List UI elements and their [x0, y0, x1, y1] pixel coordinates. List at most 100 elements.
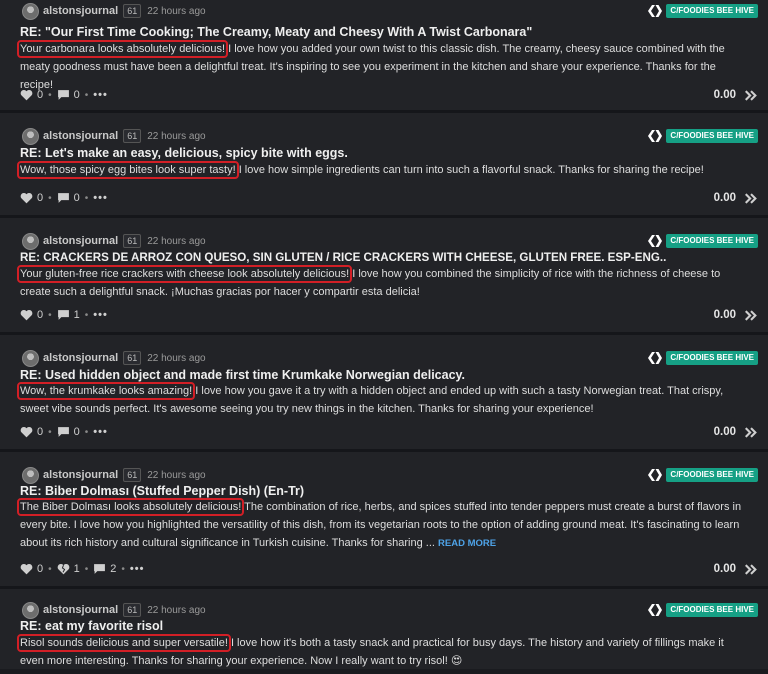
comment-icon[interactable] [57, 426, 70, 438]
broken-heart-icon[interactable] [57, 563, 70, 575]
timestamp[interactable]: 22 hours ago [147, 131, 205, 142]
timestamp[interactable]: 22 hours ago [147, 470, 205, 481]
card-footer: 0 • 1 • 2 • ••• 0.00 [20, 561, 758, 577]
timestamp[interactable]: 22 hours ago [147, 236, 205, 247]
post-title[interactable]: RE: Biber Dolması (Stuffed Pepper Dish) … [20, 484, 758, 498]
separator-dot: • [48, 563, 52, 575]
payout-value[interactable]: 0.00 [714, 563, 736, 575]
hive-logo-icon [648, 604, 663, 616]
comment-body[interactable]: Wow, those spicy egg bites look super ta… [17, 161, 748, 179]
post-title[interactable]: RE: CRACKERS DE ARROZ CON QUESO, SIN GLU… [20, 251, 758, 264]
highlighted-phrase: Wow, those spicy egg bites look super ta… [17, 161, 239, 179]
comment-body[interactable]: Risol sounds delicious and super versati… [17, 634, 748, 669]
upvote-chevron-icon[interactable] [744, 426, 758, 439]
reputation-badge: 61 [123, 351, 142, 365]
card-header: alstonsjournal 61 22 hours ago C/FOODIES… [22, 232, 758, 250]
comment-count: 1 [73, 309, 80, 321]
comment-icon[interactable] [57, 89, 70, 101]
more-icon[interactable]: ••• [93, 426, 108, 438]
author-name[interactable]: alstonsjournal [43, 352, 118, 364]
more-icon[interactable]: ••• [93, 309, 108, 321]
author-name[interactable]: alstonsjournal [43, 235, 118, 247]
upvote-chevron-icon[interactable] [744, 89, 758, 102]
heart-icon[interactable] [20, 192, 33, 204]
community-tag[interactable]: C/FOODIES BEE HIVE [648, 603, 758, 617]
separator-dot: • [84, 89, 89, 101]
avatar[interactable] [22, 466, 39, 484]
community-tag[interactable]: C/FOODIES BEE HIVE [648, 129, 758, 143]
post-title[interactable]: RE: eat my favorite risol [20, 619, 758, 633]
separator-dot: • [84, 563, 89, 575]
community-badge: C/FOODIES BEE HIVE [666, 603, 758, 617]
community-tag[interactable]: C/FOODIES BEE HIVE [648, 468, 758, 482]
payout-value[interactable]: 0.00 [714, 192, 736, 204]
author-name[interactable]: alstonsjournal [43, 604, 118, 616]
hive-logo-icon [648, 130, 663, 142]
comment-count: 0 [73, 426, 80, 438]
heart-icon[interactable] [20, 563, 33, 575]
comment-body[interactable]: The Biber Dolması looks absolutely delic… [16, 498, 748, 553]
community-badge: C/FOODIES BEE HIVE [666, 468, 758, 482]
separator-dot: • [48, 192, 52, 204]
like-count: 0 [37, 563, 44, 575]
separator-dot: • [84, 426, 89, 438]
avatar[interactable] [22, 601, 39, 619]
avatar[interactable] [22, 232, 39, 250]
hive-logo-icon [648, 469, 663, 481]
post-title[interactable]: RE: Used hidden object and made first ti… [20, 368, 758, 382]
downvote-count: 1 [73, 563, 80, 575]
comment-icon[interactable] [93, 563, 106, 575]
more-icon[interactable]: ••• [93, 192, 108, 204]
card-footer: 0 • 0 • ••• 0.00 [20, 424, 758, 440]
avatar[interactable] [22, 349, 39, 367]
upvote-chevron-icon[interactable] [744, 309, 758, 322]
comment-icon[interactable] [57, 309, 70, 321]
comment-body[interactable]: Your carbonara looks absolutely deliciou… [16, 40, 748, 94]
like-count: 0 [37, 426, 44, 438]
separator-dot: • [48, 309, 52, 321]
hive-logo-icon [648, 235, 663, 247]
card-header: alstonsjournal 61 22 hours ago C/FOODIES… [22, 601, 758, 619]
community-badge: C/FOODIES BEE HIVE [666, 351, 758, 365]
comment-body[interactable]: Wow, the krumkake looks amazing! I love … [16, 382, 748, 418]
comment-card: alstonsjournal 61 22 hours ago C/FOODIES… [0, 110, 768, 215]
upvote-chevron-icon[interactable] [744, 192, 758, 205]
heart-icon[interactable] [20, 89, 33, 101]
payout-value[interactable]: 0.00 [714, 426, 736, 438]
timestamp[interactable]: 22 hours ago [147, 353, 205, 364]
comment-card: alstonsjournal 61 22 hours ago C/FOODIES… [0, 0, 768, 110]
post-title[interactable]: RE: "Our First Time Cooking; The Creamy,… [20, 25, 758, 39]
separator-dot: • [48, 426, 52, 438]
author-name[interactable]: alstonsjournal [43, 5, 118, 17]
hive-logo-icon [648, 5, 663, 17]
separator-dot: • [84, 309, 89, 321]
highlighted-phrase: Your gluten-free rice crackers with chee… [16, 265, 353, 283]
timestamp[interactable]: 22 hours ago [147, 6, 205, 17]
card-header: alstonsjournal 61 22 hours ago C/FOODIES… [22, 2, 758, 20]
more-icon[interactable]: ••• [130, 563, 145, 575]
highlighted-phrase: Risol sounds delicious and super versati… [17, 634, 231, 652]
comment-body[interactable]: Your gluten-free rice crackers with chee… [16, 265, 748, 301]
payout-value[interactable]: 0.00 [714, 309, 736, 321]
comment-feed: alstonsjournal 61 22 hours ago C/FOODIES… [0, 0, 768, 669]
comment-icon[interactable] [57, 192, 70, 204]
post-title[interactable]: RE: Let's make an easy, delicious, spicy… [20, 146, 758, 160]
upvote-chevron-icon[interactable] [744, 563, 758, 576]
avatar[interactable] [22, 2, 39, 20]
heart-icon[interactable] [20, 309, 33, 321]
community-tag[interactable]: C/FOODIES BEE HIVE [648, 4, 758, 18]
community-tag[interactable]: C/FOODIES BEE HIVE [648, 234, 758, 248]
payout-value[interactable]: 0.00 [714, 89, 736, 101]
more-icon[interactable]: ••• [93, 89, 108, 101]
separator-dot: • [84, 192, 89, 204]
comment-count: 0 [73, 89, 80, 101]
card-header: alstonsjournal 61 22 hours ago C/FOODIES… [22, 349, 758, 367]
timestamp[interactable]: 22 hours ago [147, 605, 205, 616]
avatar[interactable] [22, 127, 39, 145]
read-more-link[interactable]: READ MORE [438, 538, 496, 549]
author-name[interactable]: alstonsjournal [43, 130, 118, 142]
reputation-badge: 61 [123, 603, 142, 617]
author-name[interactable]: alstonsjournal [43, 469, 118, 481]
heart-icon[interactable] [20, 426, 33, 438]
community-tag[interactable]: C/FOODIES BEE HIVE [648, 351, 758, 365]
